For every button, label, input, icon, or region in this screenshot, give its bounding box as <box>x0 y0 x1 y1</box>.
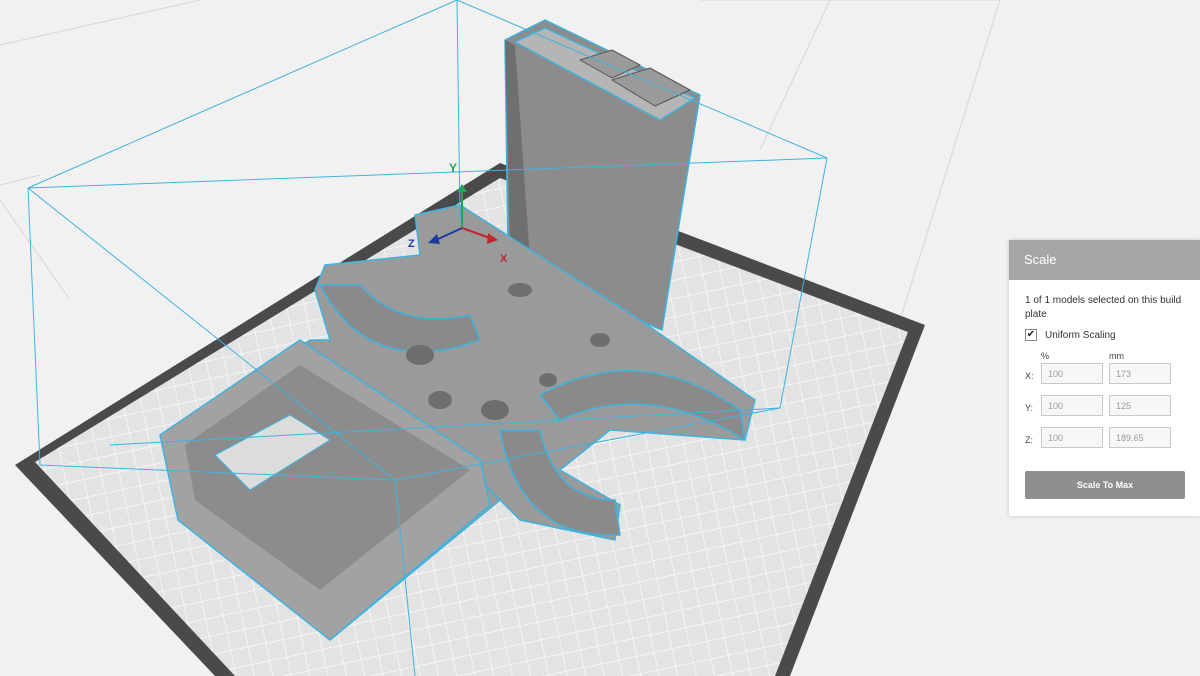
scale-to-max-button[interactable]: Scale To Max <box>1025 471 1185 499</box>
axis-label-x: X <box>500 253 508 265</box>
uniform-scaling-label: Uniform Scaling <box>1045 329 1116 341</box>
column-headers: % mm <box>1025 351 1200 363</box>
scale-row-z: Z: 100 189.65 <box>1025 427 1200 459</box>
x-percent-input[interactable]: 100 <box>1041 363 1103 384</box>
scale-panel: Scale 1 of 1 models selected on this bui… <box>1009 240 1200 516</box>
axis-label: Y: <box>1025 403 1034 413</box>
axis-label: X: <box>1025 371 1034 381</box>
y-mm-input[interactable]: 125 <box>1109 395 1171 416</box>
axis-label-y: Y <box>449 161 457 175</box>
axis-label-z: Z <box>408 238 415 250</box>
uniform-scaling-row[interactable]: ✔ Uniform Scaling <box>1025 329 1200 341</box>
y-percent-input[interactable]: 100 <box>1041 395 1103 416</box>
scale-panel-title: Scale <box>1009 240 1200 280</box>
scale-panel-body: 1 of 1 models selected on this build pla… <box>1009 280 1200 459</box>
mm-column-header: mm <box>1109 351 1124 361</box>
selection-info: 1 of 1 models selected on this build pla… <box>1025 295 1182 320</box>
x-mm-input[interactable]: 173 <box>1109 363 1171 384</box>
percent-column-header: % <box>1041 351 1050 361</box>
z-mm-input[interactable]: 189.65 <box>1109 427 1171 448</box>
scale-row-x: X: 100 173 <box>1025 363 1200 395</box>
z-percent-input[interactable]: 100 <box>1041 427 1103 448</box>
axis-label: Z: <box>1025 435 1033 445</box>
scale-row-y: Y: 100 125 <box>1025 395 1200 427</box>
uniform-scaling-checkbox[interactable]: ✔ <box>1025 329 1037 341</box>
